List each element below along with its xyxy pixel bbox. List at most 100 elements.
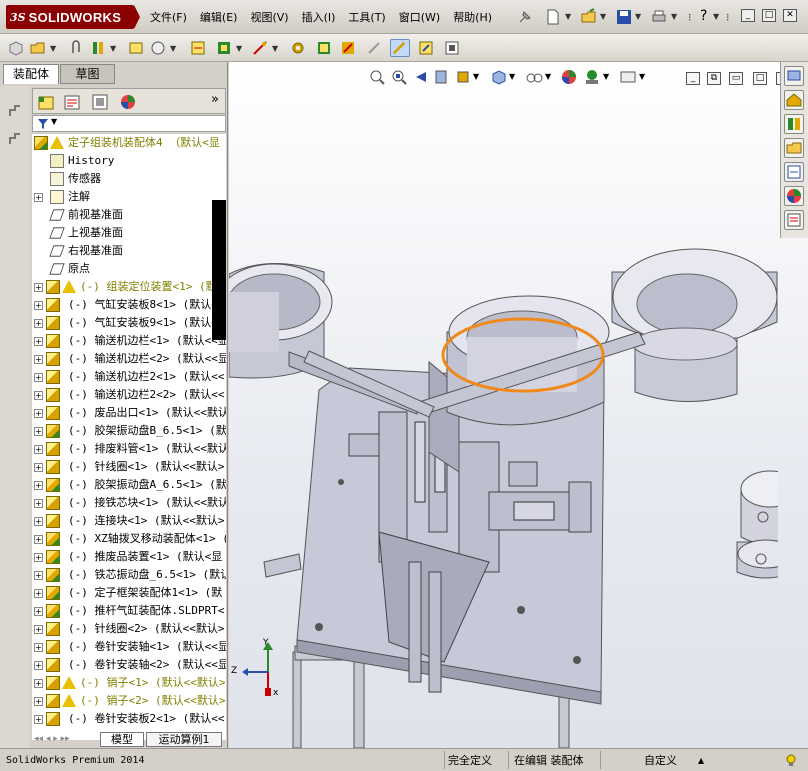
solidworks-logo[interactable]: 3S SOLIDWORKS [6,5,140,29]
move-component-icon[interactable] [390,39,410,57]
smart-fastener-icon[interactable] [150,40,166,56]
help-dropdown-icon[interactable]: ▼ [713,12,719,21]
tree-root[interactable]: 定子组装机装配体4 （默认<显 [32,134,226,152]
save-icon[interactable] [615,8,633,26]
tree-row[interactable]: 前视基准面 [32,206,226,224]
reference-dropdown-icon[interactable]: ▼ [272,44,278,53]
tree-row[interactable]: + (-) 输送机边栏<1> (默认<<显 [32,332,226,350]
expand-toggle-icon[interactable]: + [34,517,43,526]
menu-window[interactable]: 窗口(W) [399,9,440,25]
expand-toggle-icon[interactable]: + [34,535,43,544]
tree-row[interactable]: + (-) 针线圈<2> (默认<<默认> [32,620,226,638]
assembly-feature-icon[interactable] [8,132,22,146]
tab-assembly[interactable]: 装配体 [3,64,59,84]
mate-dropdown-icon[interactable]: ▼ [110,44,116,53]
explode-icon[interactable] [190,40,206,56]
tab-motion-study[interactable]: 运动算例1 [146,732,222,747]
expand-toggle-icon[interactable]: + [34,715,43,724]
new-part-icon[interactable] [8,40,24,56]
fastener-dropdown-icon[interactable]: ▼ [170,44,176,53]
expand-toggle-icon[interactable]: + [34,409,43,418]
tree-row[interactable]: + (-) 连接块<1> (默认<<默认> [32,512,226,530]
tree-row[interactable]: + (-) 销子<2> (默认<<默认> [32,692,226,710]
file-explorer-tab[interactable] [784,138,804,158]
settings-icon[interactable] [290,40,306,56]
expand-toggle-icon[interactable]: + [34,319,43,328]
property-manager-tab-icon[interactable] [63,93,81,111]
more-options-icon[interactable]: ⁝ [688,11,692,24]
tab-model[interactable]: 模型 [100,732,144,747]
evaluate-icon[interactable] [340,40,356,56]
units-dropdown-icon[interactable]: ▲ [698,752,704,769]
menu-edit[interactable]: 编辑(E) [200,9,238,25]
tree-row[interactable]: 原点 [32,260,226,278]
feature-tree-tab-icon[interactable] [37,93,55,111]
paperclip-icon[interactable] [68,40,84,56]
new-dropdown-icon[interactable]: ▼ [565,12,571,21]
expand-toggle-icon[interactable]: + [34,607,43,616]
appearances-tab[interactable] [784,186,804,206]
tree-row[interactable]: + (-) 气缸安装板9<1> (默认<< [32,314,226,332]
tree-row[interactable]: History [32,152,226,170]
pin-icon[interactable] [516,8,534,26]
filter-icon[interactable] [37,118,49,130]
configuration-manager-tab-icon[interactable] [91,93,109,111]
expand-toggle-icon[interactable]: + [34,283,43,292]
expand-toggle-icon[interactable]: + [34,355,43,364]
filter-dropdown-icon[interactable]: ▼ [51,117,57,126]
tree-row[interactable]: + (-) 组装定位装置<1> (默认 [32,278,226,296]
rotate-component-icon[interactable] [418,40,434,56]
view-palette-tab[interactable] [784,162,804,182]
reference-geometry-icon[interactable] [252,40,268,56]
display-manager-tab-icon[interactable] [119,93,137,111]
tree-row[interactable]: + (-) 定子框架装配体1<1> (默 [32,584,226,602]
tree-row[interactable]: 传感器 [32,170,226,188]
expand-toggle-icon[interactable]: + [34,679,43,688]
tree-row[interactable]: 右视基准面 [32,242,226,260]
tree-row[interactable]: + (-) 输送机边栏2<2> (默认<< [32,386,226,404]
help-icon[interactable]: ? [700,8,707,24]
tree-scroll-indicator[interactable] [212,200,226,340]
interference-icon[interactable] [366,40,382,56]
tree-row[interactable]: + (-) 卷针安装轴<2> (默认<<显 [32,656,226,674]
expand-toggle-icon[interactable]: + [34,697,43,706]
expand-panel-icon[interactable]: » [211,92,219,107]
expand-toggle-icon[interactable]: + [34,445,43,454]
tree-row[interactable]: + (-) 输送机边栏<2> (默认<<显 [32,350,226,368]
expand-toggle-icon[interactable]: + [34,193,43,202]
print-icon[interactable] [650,8,668,26]
tree-row[interactable]: + (-) 推杆气缸装配体.SLDPRT< [32,602,226,620]
units-status[interactable]: 自定义 [644,752,677,769]
quick-tips-icon[interactable] [784,753,798,767]
tree-row[interactable]: + 注解 [32,188,226,206]
expand-toggle-icon[interactable]: + [34,589,43,598]
menu-insert[interactable]: 插入(I) [302,9,336,25]
tree-row[interactable]: 上视基准面 [32,224,226,242]
expand-toggle-icon[interactable]: + [34,661,43,670]
resources-tab[interactable] [784,66,804,86]
open-icon[interactable] [30,40,46,56]
tree-row[interactable]: + (-) 废品出口<1> (默认<<默认 [32,404,226,422]
display-pane-icon[interactable] [444,40,460,56]
menu-view[interactable]: 视图(V) [250,9,288,25]
tree-row[interactable]: + (-) 销子<1> (默认<<默认> [32,674,226,692]
close-button[interactable]: ✕ [783,9,797,22]
assembly-model-render[interactable] [229,62,778,748]
tree-row[interactable]: + (-) 排废料管<1> (默认<<默认 [32,440,226,458]
tree-row[interactable]: + (-) 胶架振动盘A_6.5<1> (默 [32,476,226,494]
linear-pattern-icon[interactable] [8,104,22,118]
expand-toggle-icon[interactable]: + [34,391,43,400]
expand-toggle-icon[interactable]: + [34,571,43,580]
bom-icon[interactable] [316,40,332,56]
menu-tools[interactable]: 工具(T) [348,9,385,25]
expand-toggle-icon[interactable]: + [34,301,43,310]
tree-row[interactable]: + (-) 针线圈<1> (默认<<默认> [32,458,226,476]
home-tab[interactable] [784,90,804,110]
tree-row[interactable]: + (-) XZ轴拨叉移动装配体<1> ( [32,530,226,548]
print-dropdown-icon[interactable]: ▼ [671,12,677,21]
tree-row[interactable]: + (-) 气缸安装板8<1> (默认<< [32,296,226,314]
mate-icon[interactable] [90,40,106,56]
expand-toggle-icon[interactable]: + [34,427,43,436]
filter-bar[interactable]: ▼ [32,115,226,132]
tree-row[interactable]: + (-) 卷针安装板2<1> (默认<< [32,710,226,728]
